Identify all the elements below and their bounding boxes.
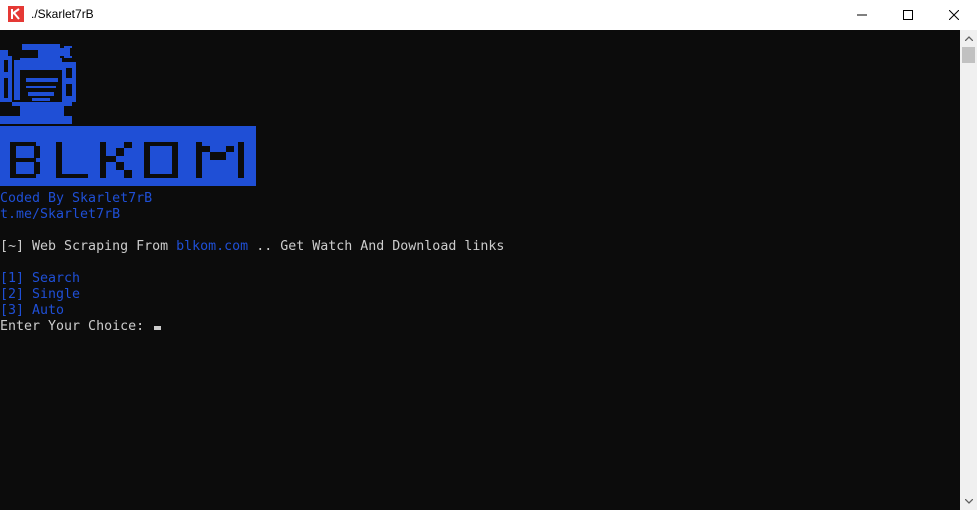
blkom-logo	[0, 44, 256, 186]
choice-prompt[interactable]: Enter Your Choice:	[0, 319, 162, 335]
maximize-icon	[903, 10, 913, 20]
credit-line: Coded By Skarlet7rB	[0, 191, 153, 206]
prompt-label: Enter Your Choice:	[0, 319, 153, 334]
intro-line: [~] Web Scraping From blkom.com .. Get W…	[0, 239, 504, 255]
terminal-output[interactable]: Coded By Skarlet7rB t.me/Skarlet7rB [~] …	[0, 30, 960, 510]
minimize-button[interactable]	[839, 0, 885, 30]
k-app-icon[interactable]	[8, 6, 24, 22]
menu-option-search: [1] Search	[0, 271, 81, 286]
intro-suffix: .. Get Watch And Download links	[248, 239, 505, 254]
text-cursor	[154, 326, 162, 330]
close-icon	[949, 10, 959, 20]
scroll-down-arrow-icon	[964, 499, 973, 504]
site-name: blkom.com	[176, 239, 249, 254]
scroll-up-arrow-icon	[964, 36, 973, 41]
window-title: ./Skarlet7rB	[31, 7, 94, 21]
telegram-link: t.me/Skarlet7rB	[0, 207, 121, 222]
scroll-down-button[interactable]	[960, 493, 977, 510]
menu-option-auto: [3] Auto	[0, 303, 65, 318]
minimize-icon	[857, 14, 867, 16]
title-bar: ./Skarlet7rB	[0, 0, 977, 30]
scroll-up-button[interactable]	[960, 30, 977, 47]
menu-option-single: [2] Single	[0, 287, 81, 302]
close-button[interactable]	[931, 0, 977, 30]
intro-prefix: [~] Web Scraping From	[0, 239, 177, 254]
vertical-scrollbar[interactable]	[960, 30, 977, 510]
maximize-button[interactable]	[885, 0, 931, 30]
scroll-thumb[interactable]	[962, 47, 975, 63]
